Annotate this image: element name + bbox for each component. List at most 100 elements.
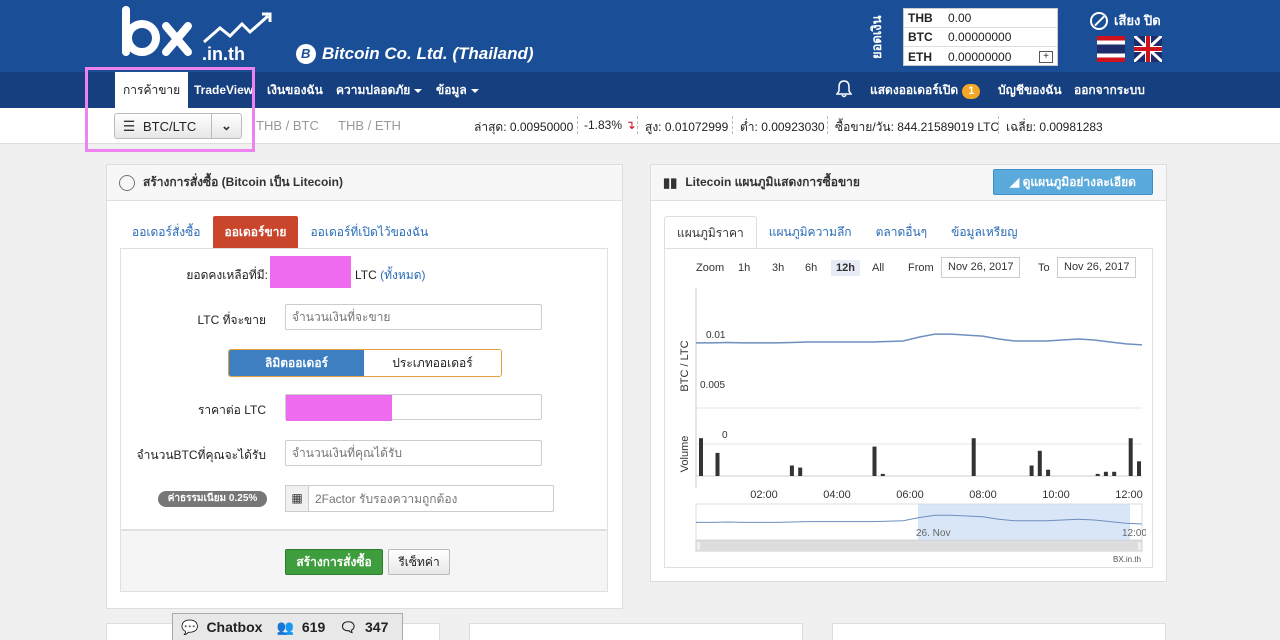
x-tick-label: 10:00 xyxy=(1042,489,1070,501)
litecoin-icon xyxy=(119,174,135,191)
twofactor-input[interactable] xyxy=(308,485,554,512)
amount-input[interactable] xyxy=(285,304,542,330)
nav-info[interactable]: ข้อมูล xyxy=(428,72,487,108)
caret-down-icon xyxy=(470,88,479,93)
volume-bar xyxy=(872,446,877,476)
balance-all-link[interactable]: (ทั้งหมด) xyxy=(380,268,425,282)
order-tabs: ออเดอร์สั่งซื้อ ออเดอร์ขาย ออเดอร์ที่เปิ… xyxy=(120,216,440,248)
chart-tabs: แผนภูมิราคา แผนภูมิความลึก ตลาดอื่นๆ ข้อ… xyxy=(664,216,1030,248)
tab-other-markets[interactable]: ตลาดอื่นๆ xyxy=(864,216,940,248)
fee-badge: ค่าธรรมเนียม 0.25% xyxy=(158,491,267,507)
volume-bar xyxy=(699,438,703,476)
menu-icon: ☰ xyxy=(122,117,136,134)
balance-unit: LTC (ทั้งหมด) xyxy=(355,268,426,282)
order-panel-header: สร้างการสั่งซื้อ (Bitcoin เป็น Litecoin) xyxy=(107,165,622,201)
x-tick-label: 12:00 xyxy=(1115,489,1143,501)
expand-balance-icon[interactable]: + xyxy=(1039,50,1053,63)
navigator-label: 26. Nov xyxy=(916,528,950,539)
volume-bar xyxy=(715,452,720,476)
ticker-change: -1.83% ↴ xyxy=(584,118,636,132)
x-tick-label: 04:00 xyxy=(823,489,851,501)
to-date-input[interactable]: Nov 26, 2017 xyxy=(1057,257,1137,278)
chevron-down-icon[interactable]: ⌄ xyxy=(211,114,241,138)
main-nav: การค้าขาย TradeView เงินของฉัน ความปลอดภ… xyxy=(0,72,1280,108)
navigator-time: 12:00 xyxy=(1122,528,1146,539)
tab-buy-order[interactable]: ออเดอร์สั่งซื้อ xyxy=(120,216,213,248)
zoom-label: Zoom xyxy=(696,262,725,274)
balance-row-btc: BTC 0.00000000 xyxy=(904,28,1057,47)
zoom-1h[interactable]: 1h xyxy=(733,260,755,276)
chatbox-bar[interactable]: 💬 Chatbox 👥 619 🗨 347 xyxy=(172,613,403,640)
pair-thb-btc[interactable]: THB / BTC xyxy=(256,118,319,133)
balance-available-label: ยอดคงเหลือที่มี: xyxy=(186,268,268,282)
messages-icon: 🗨 xyxy=(339,618,358,635)
bx-logo[interactable]: .in.th xyxy=(118,6,278,66)
bottom-panel-right xyxy=(832,623,1166,640)
uk-flag-icon[interactable] xyxy=(1134,36,1162,62)
zoom-3h[interactable]: 3h xyxy=(767,260,789,276)
caret-down-icon xyxy=(414,88,423,93)
ticker-volume: ซื้อขาย/วัน: 844.21589019 LTC xyxy=(835,120,1000,134)
y-tick-label: 0.005 xyxy=(700,380,725,391)
area-chart-icon: ◢ xyxy=(1010,175,1020,189)
volume-bar xyxy=(798,467,803,476)
order-type-option[interactable]: ประเภทออเดอร์ xyxy=(364,350,501,376)
detail-chart-button[interactable]: ◢ ดูแผนภูมิอย่างละเอียด xyxy=(993,169,1153,195)
zoom-6h[interactable]: 6h xyxy=(800,260,822,276)
tab-my-open-orders[interactable]: ออเดอร์ที่เปิดไว้ของฉัน xyxy=(298,216,440,248)
pair-thb-eth[interactable]: THB / ETH xyxy=(338,118,401,133)
price-label: ราคาต่อ LTC xyxy=(197,403,266,417)
bar-chart-icon: ▮▮ xyxy=(663,174,678,190)
volume-axis-label: Volume xyxy=(679,436,691,473)
limit-order-option[interactable]: ลิมิตออเดอร์ xyxy=(229,350,364,376)
volume-bar xyxy=(1103,471,1108,476)
tab-price-chart[interactable]: แผนภูมิราคา xyxy=(664,216,757,248)
tab-depth-chart[interactable]: แผนภูมิความลึก xyxy=(757,216,864,248)
volume-bar xyxy=(971,438,976,476)
balance-row-thb: THB 0.00 xyxy=(904,9,1057,28)
chat-bubble-icon: 💬 xyxy=(181,618,199,635)
scrollbar-thumb xyxy=(700,542,1138,550)
zoom-12h[interactable]: 12h xyxy=(831,260,860,276)
tab-sell-order[interactable]: ออเดอร์ขาย xyxy=(212,216,299,248)
receive-input[interactable] xyxy=(285,440,542,466)
price-series-line xyxy=(696,333,1143,346)
nav-tradeview[interactable]: TradeView xyxy=(186,72,261,108)
x-tick-label: 08:00 xyxy=(969,489,997,501)
thai-flag-icon[interactable] xyxy=(1097,36,1125,62)
x-tick-label: 02:00 xyxy=(750,489,778,501)
redacted-balance xyxy=(270,256,351,288)
create-order-button[interactable]: สร้างการสั่งซื้อ xyxy=(285,549,383,575)
balance-row-eth: ETH 0.00000000 + xyxy=(904,47,1057,66)
volume-bar xyxy=(1128,438,1133,476)
from-date-input[interactable]: Nov 26, 2017 xyxy=(941,257,1021,278)
to-label: To xyxy=(1038,262,1050,274)
amount-label: LTC ที่จะขาย xyxy=(197,313,266,327)
bell-icon[interactable] xyxy=(836,80,852,98)
receive-label: จำนวนBTCที่คุณจะได้รับ xyxy=(136,448,266,462)
nav-logout[interactable]: ออกจากระบบ xyxy=(1066,72,1153,108)
bottom-panel-mid xyxy=(469,623,803,640)
balance-label: ยอดเงิน xyxy=(869,15,884,59)
balance-box: THB 0.00 BTC 0.00000000 ETH 0.00000000 + xyxy=(903,8,1058,66)
ticker-high: สูง: 0.01072999 xyxy=(645,120,729,134)
ticker-avg: เฉลี่ย: 0.00981283 xyxy=(1006,120,1103,134)
sound-toggle[interactable]: เสียง ปิด xyxy=(1090,10,1161,31)
volume-bar xyxy=(1137,461,1141,476)
nav-open-orders[interactable]: แสดงออเดอร์เปิด 1 xyxy=(862,72,988,108)
volume-bar xyxy=(1095,473,1100,476)
tab-coin-info[interactable]: ข้อมูลเหรียญ xyxy=(939,216,1029,248)
nav-trade[interactable]: การค้าขาย xyxy=(115,72,189,108)
nav-security[interactable]: ความปลอดภัย xyxy=(328,72,430,108)
pair-selector[interactable]: ☰ BTC/LTC ⌄ xyxy=(114,113,242,139)
nav-account[interactable]: บัญชีของฉัน xyxy=(990,72,1070,108)
reset-button[interactable]: รีเซ็ทค่า xyxy=(388,549,450,575)
volume-bar xyxy=(789,465,794,476)
order-type-toggle[interactable]: ลิมิตออเดอร์ ประเภทออเดอร์ xyxy=(228,349,502,377)
price-chart[interactable]: BTC / LTC Volume 0.01 0.005 0 02:00 04:00… xyxy=(676,288,1146,558)
nav-my-money[interactable]: เงินของฉัน xyxy=(259,72,331,108)
zoom-all[interactable]: All xyxy=(867,260,889,276)
users-icon: 👥 xyxy=(276,618,294,635)
y-tick-label: 0 xyxy=(722,430,728,441)
bitcoin-icon xyxy=(296,44,316,64)
